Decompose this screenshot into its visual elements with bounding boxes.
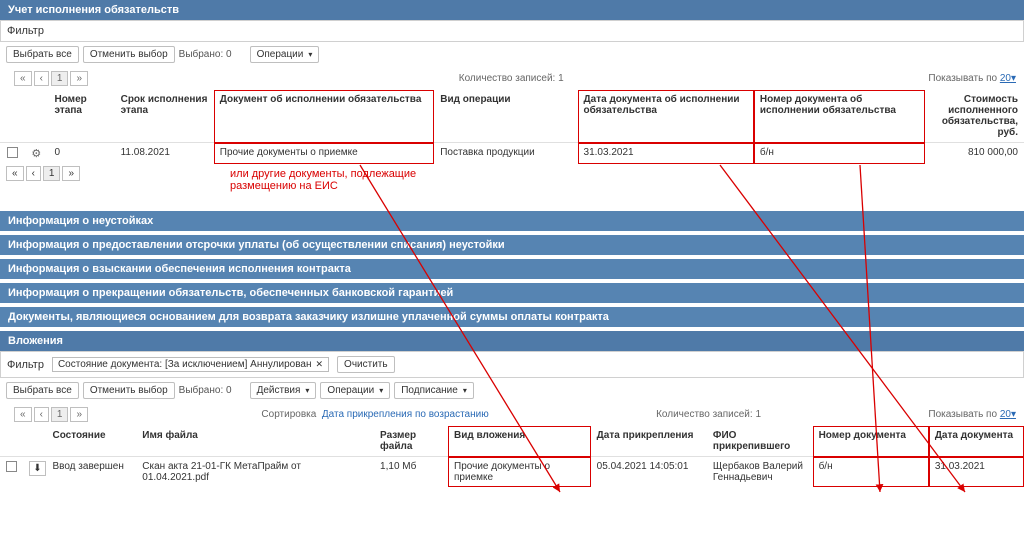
p2-clear-sel-btn[interactable]: Отменить выбор: [83, 382, 175, 399]
th2-attached[interactable]: Дата прикрепления: [591, 426, 707, 457]
cell-date: 31.03.2021: [929, 457, 1024, 488]
p2-filter-bar: Фильтр Состояние документа: [За исключен…: [0, 351, 1024, 378]
cell-who: Щербаков Валерий Геннадьевич: [707, 457, 813, 488]
cell-size: 1,10 Мб: [374, 457, 448, 488]
caret-down-icon: [377, 385, 383, 396]
caret-down-icon: [306, 49, 312, 60]
pager-page-1[interactable]: 1: [43, 166, 61, 181]
pager-next[interactable]: »: [70, 71, 88, 86]
download-icon[interactable]: [29, 461, 45, 476]
p2-actions-btn[interactable]: Действия: [250, 382, 317, 399]
p1-filter-bar[interactable]: Фильтр: [0, 20, 1024, 42]
p2-filter-label: Фильтр: [7, 359, 44, 371]
th-doc[interactable]: Документ об исполнении обязательства: [214, 90, 434, 143]
annotation-text: или другие документы, подлежащие размеще…: [230, 168, 460, 192]
caret-down-icon: [461, 385, 467, 396]
panel-obligations-header: Учет исполнения обязательств: [0, 0, 1024, 20]
cell-doc: Прочие документы о приемке: [214, 143, 434, 165]
pager-prev[interactable]: ‹: [34, 71, 49, 86]
cell-ddate: 31.03.2021: [578, 143, 754, 165]
th2-date[interactable]: Дата документа: [929, 426, 1024, 457]
pager-first[interactable]: «: [14, 71, 32, 86]
p2-record-count: Количество записей: 1: [656, 409, 761, 420]
p1-toolbar: Выбрать все Отменить выбор Выбрано: 0 Оп…: [0, 42, 1024, 67]
p1-select-all-btn[interactable]: Выбрать все: [6, 46, 79, 63]
p2-sort: Сортировка Дата прикрепления по возраста…: [261, 409, 488, 420]
pager-first[interactable]: «: [6, 166, 24, 181]
th2-file[interactable]: Имя файла: [136, 426, 374, 457]
p2-meta-row: « ‹ 1 » Сортировка Дата прикрепления по …: [0, 403, 1024, 426]
pager-next[interactable]: »: [70, 407, 88, 422]
p2-select-all-btn[interactable]: Выбрать все: [6, 382, 79, 399]
th2-num[interactable]: Номер документа: [813, 426, 929, 457]
cell-dnum: б/н: [754, 143, 925, 165]
cell-state: Ввод завершен: [46, 457, 136, 488]
p2-signing-btn[interactable]: Подписание: [394, 382, 474, 399]
section-recovery[interactable]: Информация о взыскании обеспечения испол…: [0, 259, 1024, 279]
p2-sort-link[interactable]: Дата прикрепления по возрастанию: [322, 409, 489, 420]
pager-page-1[interactable]: 1: [51, 71, 69, 86]
p1-show-by: Показывать по 20▾: [928, 73, 1016, 84]
th-cost[interactable]: Стоимость исполненного обязательства, ру…: [925, 90, 1024, 143]
pager-page-1[interactable]: 1: [51, 407, 69, 422]
p2-selected-label: Выбрано: 0: [179, 385, 232, 396]
p1-ops-btn[interactable]: Операции: [250, 46, 320, 63]
p2-toolbar: Выбрать все Отменить выбор Выбрано: 0 Де…: [0, 378, 1024, 403]
caret-down-icon: [303, 385, 309, 396]
row-checkbox[interactable]: [6, 461, 17, 472]
p2-show-by: Показывать по 20▾: [928, 409, 1016, 420]
p2-state-filter-tag[interactable]: Состояние документа: [За исключением] Ан…: [52, 357, 329, 372]
th-ddate[interactable]: Дата документа об исполнении обязательст…: [578, 90, 754, 143]
cell-attached: 05.04.2021 14:05:01: [591, 457, 707, 488]
close-icon[interactable]: [316, 359, 324, 370]
th2-kind[interactable]: Вид вложения: [448, 426, 591, 457]
pager-first[interactable]: «: [14, 407, 32, 422]
p2-ops-btn[interactable]: Операции: [320, 382, 390, 399]
cell-due: 11.08.2021: [115, 143, 214, 165]
th-dnum[interactable]: Номер документа об исполнении обязательс…: [754, 90, 925, 143]
p1-clear-sel-btn[interactable]: Отменить выбор: [83, 46, 175, 63]
p2-table: Состояние Имя файла Размер файла Вид вло…: [0, 426, 1024, 487]
p1-selected-label: Выбрано: 0: [179, 49, 232, 60]
cell-stage: 0: [48, 143, 114, 165]
section-deferral[interactable]: Информация о предоставлении отсрочки упл…: [0, 235, 1024, 255]
th-stage[interactable]: Номер этапа: [48, 90, 114, 143]
cell-cost: 810 000,00: [925, 143, 1024, 165]
pager-prev[interactable]: ‹: [26, 166, 41, 181]
th2-size[interactable]: Размер файла: [374, 426, 448, 457]
table-row[interactable]: Ввод завершен Скан акта 21-01-ГК МетаПра…: [0, 457, 1024, 488]
pager-next[interactable]: »: [62, 166, 80, 181]
p2-show-by-link[interactable]: 20▾: [1000, 409, 1016, 420]
section-refund-docs[interactable]: Документы, являющиеся основанием для воз…: [0, 307, 1024, 327]
section-termination[interactable]: Информация о прекращении обязательств, о…: [0, 283, 1024, 303]
p2-clear-btn[interactable]: Очистить: [337, 356, 395, 373]
gear-icon[interactable]: [31, 149, 41, 160]
th2-state[interactable]: Состояние: [46, 426, 136, 457]
p2-pager-top: « ‹ 1 »: [8, 405, 94, 424]
cell-kind: Прочие документы о приемке: [448, 457, 591, 488]
th-due[interactable]: Срок исполнения этапа: [115, 90, 214, 143]
p1-pager-bottom: « ‹ 1 »: [0, 164, 1024, 183]
p1-table: Номер этапа Срок исполнения этапа Докуме…: [0, 90, 1024, 164]
row-checkbox[interactable]: [7, 147, 18, 158]
p1-record-count: Количество записей: 1: [459, 73, 564, 84]
panel-attachments-header: Вложения: [0, 331, 1024, 351]
section-penalties[interactable]: Информация о неустойках: [0, 211, 1024, 231]
th-op[interactable]: Вид операции: [434, 90, 577, 143]
p1-pager-top: « ‹ 1 »: [8, 69, 94, 88]
th2-who[interactable]: ФИО прикрепившего: [707, 426, 813, 457]
p1-meta-row: « ‹ 1 » Количество записей: 1 Показывать…: [0, 67, 1024, 90]
cell-file: Скан акта 21-01-ГК МетаПрайм от 01.04.20…: [136, 457, 374, 488]
cell-num: б/н: [813, 457, 929, 488]
p1-show-by-link[interactable]: 20▾: [1000, 73, 1016, 84]
table-row[interactable]: 0 11.08.2021 Прочие документы о приемке …: [0, 143, 1024, 165]
cell-op: Поставка продукции: [434, 143, 577, 165]
pager-prev[interactable]: ‹: [34, 407, 49, 422]
